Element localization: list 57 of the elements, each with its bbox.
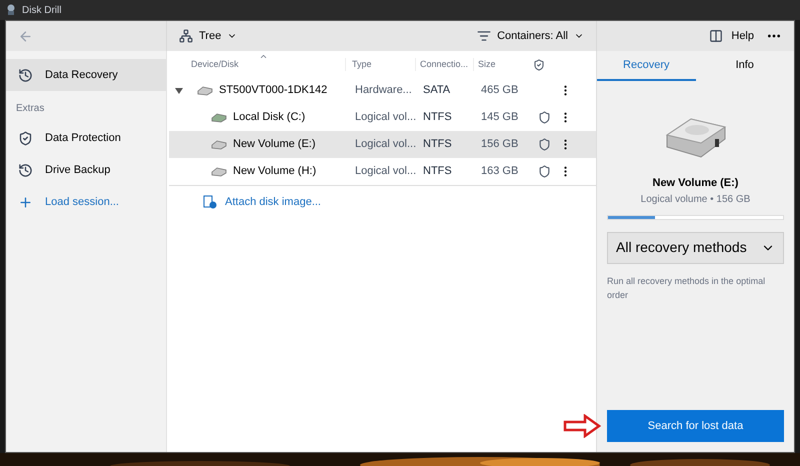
disk-name: New Volume (H:) [233, 164, 316, 180]
filter-dropdown[interactable]: Containers: All [477, 28, 584, 44]
sidebar-item[interactable]: Data Recovery [6, 59, 166, 91]
column-header[interactable]: Type [345, 58, 415, 71]
shield-icon [533, 59, 545, 71]
window-title: Disk Drill [22, 4, 62, 18]
panel-icon [709, 29, 724, 43]
disk-name: ST500VT000-1DK142 [219, 83, 328, 98]
method-dropdown[interactable]: All recovery methods [607, 232, 784, 264]
shield-icon[interactable] [538, 138, 550, 151]
table-row[interactable]: New Volume (E:) Logical vol... NTFS 156 GB [169, 131, 596, 158]
shield-icon [18, 130, 33, 146]
load-session-link[interactable]: Load session... [6, 186, 166, 218]
help-button[interactable]: Help [709, 28, 754, 44]
drive-icon [211, 112, 227, 122]
attach-image-icon [203, 195, 217, 209]
filter-icon [477, 29, 492, 43]
shield-icon[interactable] [538, 111, 550, 124]
disk-info: Logical volume • 156 GB [640, 192, 752, 206]
disk-name: New Volume (E:) [652, 176, 740, 191]
tree-icon [179, 29, 193, 43]
column-header[interactable]: Connectio... [415, 58, 473, 71]
table-cell-text: 145 GB [480, 110, 520, 126]
column-header[interactable]: Size [473, 58, 529, 71]
panel-tab[interactable]: Recovery [597, 51, 696, 81]
drive-icon [211, 166, 227, 176]
drive-icon [197, 86, 213, 96]
drive-icon [211, 140, 227, 150]
arrow-icon [563, 414, 601, 438]
panel-tab[interactable]: Info [696, 51, 794, 81]
table-cell-text: NTFS [422, 137, 453, 152]
attach-disk-image-link[interactable]: Attach disk image... [203, 186, 596, 218]
recovery-icon [18, 68, 33, 82]
table-cell-text: Logical vol... [354, 137, 418, 152]
table-cell-text: 465 GB [480, 83, 520, 98]
shield-icon[interactable] [538, 165, 550, 178]
table-cell-text: Hardware... [354, 83, 413, 98]
table-cell-text: 163 GB [480, 164, 520, 180]
disk-name: Local Disk (C:) [233, 110, 306, 126]
clock-icon [18, 162, 33, 178]
table-cell-text: NTFS [422, 164, 453, 180]
table-cell-text: Logical vol... [354, 110, 418, 126]
app-icon [6, 4, 16, 16]
view-dropdown[interactable]: Tree [179, 28, 238, 44]
column-header[interactable]: Device/Disk [191, 58, 239, 68]
section-label: Extras [15, 102, 46, 116]
table-cell-text: NTFS [422, 110, 453, 126]
search-button[interactable]: Search for lost data [607, 410, 784, 442]
expand-arrow-icon[interactable] [175, 86, 183, 94]
sidebar-item[interactable]: Drive Backup [6, 154, 166, 186]
disk-name: New Volume (E:) [233, 137, 316, 152]
plus-icon [18, 194, 33, 210]
table-cell-text: 156 GB [480, 137, 520, 152]
table-cell-text: SATA [422, 83, 452, 98]
table-cell-text: Logical vol... [354, 164, 418, 180]
method-description: Run all recovery methods in the optimal order [607, 274, 766, 302]
sidebar-item[interactable]: Data Protection [6, 122, 166, 154]
